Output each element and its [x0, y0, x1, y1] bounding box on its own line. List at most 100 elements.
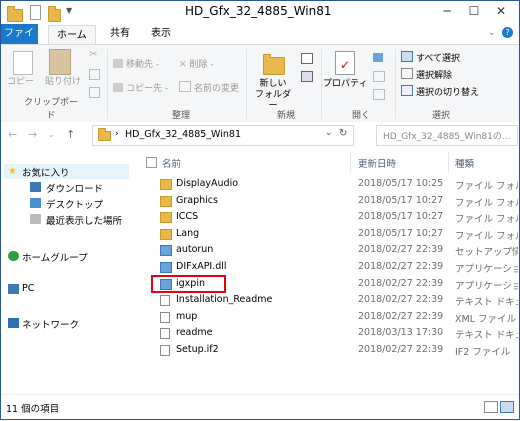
file-name[interactable]: DIFxAPI.dll [176, 261, 227, 272]
properties-button[interactable]: プロパティ [323, 79, 367, 90]
copy-to-button[interactable]: コピー先 - [113, 81, 168, 94]
history-icon[interactable] [373, 89, 385, 100]
file-name[interactable]: DisplayAudio [176, 178, 238, 189]
tab-home[interactable]: ホーム [48, 25, 96, 45]
details-view-icon[interactable] [484, 401, 498, 413]
move-to-icon [113, 59, 123, 68]
file-type: ファイル フォルダー [455, 214, 518, 226]
minimize-button[interactable]: ─ [435, 2, 459, 20]
column-divider[interactable] [448, 152, 449, 172]
file-date: 2018/05/17 10:27 [358, 194, 444, 206]
desktop-icon [30, 198, 41, 208]
tab-share[interactable]: 共有 [102, 24, 138, 44]
address-path[interactable]: HD_Gfx_32_4885_Win81 [125, 129, 241, 140]
nav-item-favorites[interactable]: お気に入り [22, 165, 70, 179]
large-icons-view-icon[interactable] [500, 401, 514, 413]
paste-shortcut-icon[interactable] [89, 87, 100, 98]
chevron-down-icon[interactable]: ⌄ [325, 128, 333, 138]
new-item-icon[interactable] [301, 53, 313, 64]
properties-quick-icon[interactable] [30, 5, 41, 20]
nav-item-desktop[interactable]: デスクトップ [46, 197, 103, 211]
forward-arrow-icon[interactable]: → [28, 128, 37, 141]
nav-item-recent[interactable]: 最近表示した場所 [46, 213, 122, 227]
invert-selection-icon [401, 85, 413, 96]
file-row[interactable]: autorun 2018/02/27 22:39 セットアップ情報 [138, 242, 518, 258]
nav-item-homegroup[interactable]: ホームグループ [22, 250, 88, 264]
file-date: 2018/02/27 22:39 [358, 310, 444, 322]
file-type: ファイル フォルダー [455, 181, 518, 192]
file-name[interactable]: Lang [176, 228, 199, 239]
status-bar: 11 個の項目 [0, 394, 520, 421]
edit-icon[interactable] [373, 71, 385, 82]
maximize-button[interactable]: ☐ [462, 2, 486, 20]
copy-button[interactable]: コピー [7, 77, 34, 88]
column-header-date[interactable]: 更新日時 [358, 156, 396, 170]
file-row[interactable]: ICCS 2018/05/17 10:27 ファイル フォルダー [138, 209, 518, 225]
nav-item-network[interactable]: ネットワーク [22, 317, 79, 331]
file-type: アプリケーション [455, 280, 518, 292]
file-row[interactable]: Setup.if2 2018/02/27 22:39 IF2 ファイル [138, 342, 518, 358]
if2-file-icon [160, 345, 170, 356]
move-to-label: 移動先 - [126, 60, 160, 70]
chevron-down-icon[interactable]: ▼ [66, 6, 79, 19]
select-none-button[interactable]: 選択解除 [401, 68, 452, 81]
open-icon[interactable] [373, 53, 383, 62]
cut-icon[interactable]: ✂ [89, 49, 97, 60]
column-divider[interactable] [350, 152, 351, 172]
select-all-checkbox[interactable] [146, 157, 157, 168]
file-name[interactable]: Installation_Readme [176, 294, 272, 305]
file-name[interactable]: Graphics [176, 195, 218, 206]
new-folder-quick-icon[interactable] [48, 6, 61, 22]
file-name[interactable]: mup [176, 311, 197, 322]
column-header-type[interactable]: 種類 [455, 156, 474, 170]
new-folder-icon [263, 54, 285, 75]
tab-file[interactable]: ファイル [0, 24, 38, 59]
tab-view[interactable]: 表示 [143, 24, 179, 44]
file-name[interactable]: Setup.if2 [176, 344, 219, 355]
delete-icon: ✕ [179, 60, 187, 70]
file-date: 2018/05/17 10:25 [358, 178, 444, 189]
navigation-pane: ★ お気に入り ダウンロード デスクトップ 最近表示した場所 ホームグループ P… [0, 152, 135, 392]
pc-icon [8, 284, 19, 294]
recent-locations-icon[interactable]: ⌄ [48, 130, 55, 139]
paste-button[interactable]: 貼り付け [45, 77, 81, 88]
address-row: ← → ⌄ ↑ › HD_Gfx_32_4885_Win81 ⌄ ↻ HD_Gf… [0, 122, 520, 148]
address-bar[interactable]: › HD_Gfx_32_4885_Win81 ⌄ ↻ [92, 125, 354, 146]
delete-button[interactable]: ✕ 削除 - [179, 57, 214, 70]
file-row[interactable]: Graphics 2018/05/17 10:27 ファイル フォルダー [138, 193, 518, 209]
help-icon[interactable]: ? [502, 27, 513, 38]
file-row[interactable]: Lang 2018/05/17 10:27 ファイル フォルダー [138, 226, 518, 242]
select-all-button[interactable]: すべて選択 [401, 51, 460, 64]
file-name[interactable]: ICCS [176, 211, 198, 222]
file-row[interactable]: DisplayAudio 2018/05/17 10:25 ファイル フォルダー [138, 176, 518, 192]
file-name[interactable]: autorun [176, 244, 213, 255]
copy-path-icon[interactable] [89, 69, 100, 80]
chevron-right-icon[interactable]: › [115, 129, 119, 139]
up-arrow-icon[interactable]: ↑ [66, 128, 75, 141]
close-button[interactable]: ✕ [489, 2, 513, 20]
refresh-icon[interactable]: ↻ [339, 128, 347, 139]
search-box[interactable]: HD_Gfx_32_4885_Win81の... [376, 125, 518, 146]
xml-file-icon [160, 311, 170, 323]
column-header-name[interactable]: 名前 [162, 156, 181, 170]
invert-selection-button[interactable]: 選択の切り替え [401, 85, 479, 98]
file-date: 2018/05/17 10:27 [358, 211, 444, 223]
nav-item-pc[interactable]: PC [22, 283, 34, 294]
search-input[interactable]: HD_Gfx_32_4885_Win81の... [383, 129, 510, 142]
file-date: 2018/02/27 22:39 [358, 344, 444, 355]
file-row[interactable]: Installation_Readme 2018/02/27 22:39 テキスト … [138, 292, 518, 308]
chevron-down-icon[interactable]: ⌄ [488, 28, 496, 38]
nav-item-downloads[interactable]: ダウンロード [46, 181, 103, 195]
rename-button[interactable]: 名前の変更 [179, 81, 239, 94]
file-row[interactable]: readme 2018/03/13 17:30 テキスト ドキュメント [138, 325, 518, 341]
file-row[interactable]: mup 2018/02/27 22:39 XML ファイル [138, 309, 518, 325]
folder-icon [160, 228, 172, 240]
move-to-button[interactable]: 移動先 - [113, 57, 159, 70]
item-count: 11 個の項目 [6, 404, 60, 415]
back-arrow-icon[interactable]: ← [8, 128, 17, 141]
file-name[interactable]: readme [176, 327, 213, 338]
file-type: テキスト ドキュメント [455, 297, 518, 309]
title-bar: ▼ HD_Gfx_32_4885_Win81 ─ ☐ ✕ [0, 0, 520, 25]
file-row[interactable]: DIFxAPI.dll 2018/02/27 22:39 アプリケーション拡張 [138, 259, 518, 275]
easy-access-icon[interactable] [301, 71, 313, 82]
